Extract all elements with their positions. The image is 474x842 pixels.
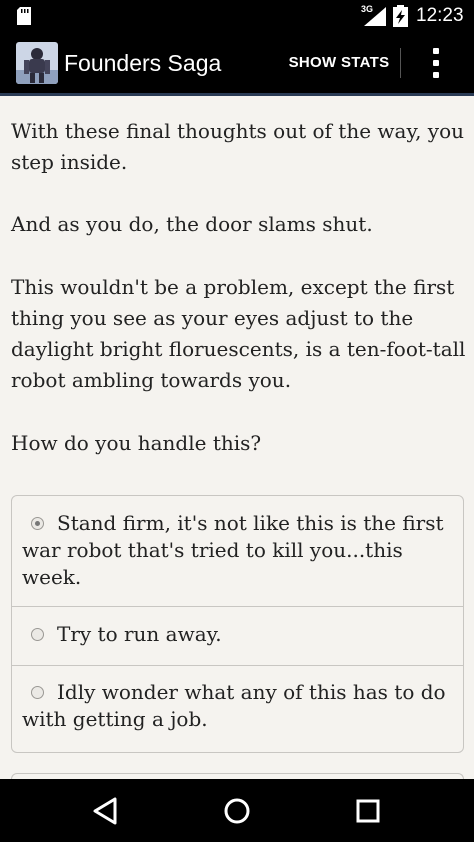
- battery-charging-icon: [393, 5, 408, 27]
- sd-card-icon: [17, 7, 31, 25]
- choice-label: Idly wonder what any of this has to do w…: [22, 680, 446, 731]
- story-paragraph: And as you do, the door slams shut.: [11, 212, 373, 236]
- choice-option[interactable]: Idly wonder what any of this has to do w…: [12, 666, 463, 752]
- status-bar: 3G 12:23: [0, 0, 474, 32]
- story-paragraph: This wouldn't be a problem, except the f…: [11, 275, 466, 392]
- action-bar: Founders Saga SHOW STATS: [0, 32, 474, 93]
- story-paragraph: With these final thoughts out of the way…: [11, 119, 465, 174]
- recents-icon[interactable]: [350, 793, 386, 829]
- choice-list: Stand firm, it's not like this is the fi…: [11, 495, 464, 753]
- show-stats-button[interactable]: SHOW STATS: [280, 42, 398, 84]
- overflow-menu-icon[interactable]: [424, 46, 448, 80]
- choice-label: Stand firm, it's not like this is the fi…: [22, 511, 444, 589]
- home-icon[interactable]: [219, 793, 255, 829]
- back-icon[interactable]: [88, 793, 124, 829]
- choice-label: Try to run away.: [57, 622, 222, 646]
- action-bar-shadow: [0, 93, 474, 96]
- app-icon[interactable]: [16, 42, 58, 84]
- story-question: How do you handle this?: [11, 431, 262, 455]
- clock: 12:23: [416, 5, 464, 26]
- action-bar-divider: [400, 48, 401, 78]
- cell-signal-icon: [364, 7, 386, 26]
- choice-option[interactable]: Stand firm, it's not like this is the fi…: [12, 496, 463, 606]
- app-title: Founders Saga: [64, 50, 222, 76]
- choice-option[interactable]: Try to run away.: [12, 607, 463, 665]
- navigation-bar: [0, 779, 474, 842]
